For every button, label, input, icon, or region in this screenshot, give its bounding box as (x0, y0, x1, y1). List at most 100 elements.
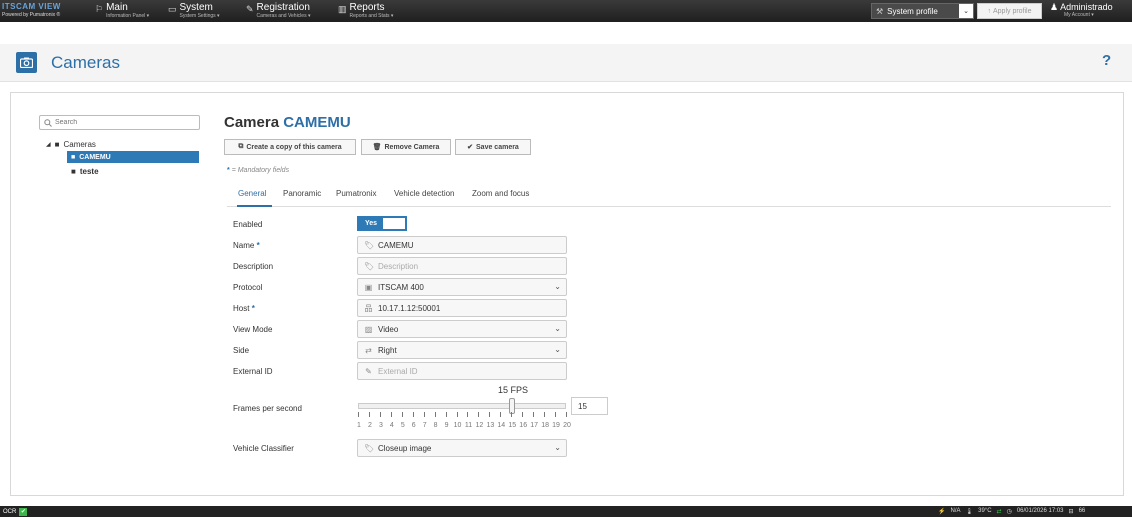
collapse-triangle-icon[interactable]: ◢ (46, 141, 51, 148)
apply-profile-label: Apply profile (992, 7, 1032, 15)
tab-zoom-and-focus[interactable]: Zoom and focus (472, 189, 529, 198)
view-mode-label: View Mode (233, 325, 273, 334)
host-label-text: Host (233, 304, 250, 313)
side-select[interactable]: ⇄ Right ⌄ (357, 341, 567, 359)
device-icon: ▣ (364, 282, 373, 292)
copy-icon: ⧉ (238, 143, 244, 150)
monitor-icon: ▭ (168, 4, 177, 14)
vehicle-classifier-label: Vehicle Classifier (233, 444, 294, 453)
edit-square-icon: ✎ (365, 366, 372, 376)
slider-tick-label: 20 (563, 422, 571, 429)
logo-text: ITSCAM (2, 2, 36, 11)
side-value: Right (378, 345, 397, 355)
nav-system-title: System (179, 2, 213, 13)
ocr-status[interactable]: OCR ✔ (3, 508, 28, 516)
app-logo[interactable]: ITSCAM VIEW Powered by Pumatronix ® (2, 2, 80, 20)
protocol-value: ITSCAM 400 (378, 282, 424, 292)
save-camera-button[interactable]: ✔ Save camera (455, 139, 531, 155)
top-navigation-bar: ITSCAM VIEW Powered by Pumatronix ® ⚐ Ma… (0, 0, 1132, 22)
exchange-arrows-icon: ⇄ (365, 345, 372, 355)
slider-tick-label: 6 (411, 422, 416, 429)
active-tab-indicator (237, 205, 272, 207)
slider-tick (434, 412, 436, 417)
required-star: * (227, 167, 230, 174)
host-label: Host * (233, 304, 255, 313)
ocr-label: OCR (3, 509, 17, 515)
disk-usage: 66 (1078, 508, 1086, 514)
enabled-toggle-value: Yes (365, 220, 378, 227)
remove-camera-button[interactable]: 🗑 Remove Camera (361, 139, 451, 155)
slider-tick-label: 11 (464, 422, 473, 429)
host-field[interactable]: 品 10.17.1.12:50001 (357, 299, 567, 317)
tab-general[interactable]: General (238, 189, 266, 198)
fps-input[interactable]: 15 (571, 397, 608, 415)
slider-tick (368, 412, 370, 417)
tab-panoramic[interactable]: Panoramic (283, 189, 321, 198)
account-menu[interactable]: ♟ Administrado My Account ▾ (1050, 2, 1113, 18)
nav-system[interactable]: ▭ System System Settings ▾ (168, 3, 220, 21)
apply-profile-button[interactable]: ↑ Apply profile (977, 3, 1042, 19)
slider-tick (489, 412, 491, 417)
tree-root-cameras[interactable]: ◢ ■ Cameras (46, 140, 96, 149)
logo-subtext: VIEW (38, 2, 61, 11)
tree-item-label: teste (79, 167, 99, 176)
name-label-text: Name (233, 241, 255, 250)
description-field[interactable]: 🏷 Description (357, 257, 567, 275)
system-profile-select[interactable]: ⚒ System profile ⌄ (871, 3, 974, 19)
clock-icon: ◷ (1006, 509, 1012, 515)
sync-icon: ⇄ (996, 509, 1002, 515)
slider-tick (390, 412, 392, 417)
host-value: 10.17.1.12:50001 (378, 303, 441, 313)
name-label: Name * (233, 241, 260, 250)
camera-heading: Camera CAMEMU (224, 114, 351, 131)
slider-tick (566, 412, 567, 417)
help-icon[interactable]: ? (1102, 52, 1111, 69)
status-bar: OCR ✔ ⚡ N/A 🌡 39°C ⇄ ◷ 06/01/2026 17:03 … (0, 506, 1132, 517)
slider-tick (467, 412, 469, 417)
fps-slider-track[interactable] (358, 403, 566, 409)
camera-heading-prefix: Camera (224, 114, 280, 131)
nav-system-subtitle: System Settings ▾ (179, 13, 220, 19)
protocol-select[interactable]: ▣ ITSCAM 400 ⌄ (357, 278, 567, 296)
slider-tick (401, 412, 403, 417)
nav-main[interactable]: ⚐ Main Information Panel ▾ (95, 3, 149, 21)
nav-reports[interactable]: ▥ Reports Reports and Stats ▾ (338, 3, 393, 21)
arrow-up-icon: ↑ (987, 7, 991, 15)
external-id-field[interactable]: ✎ External ID (357, 362, 567, 380)
copy-camera-button[interactable]: ⧉ Create a copy of this camera (224, 139, 356, 155)
slider-tick-label: 9 (444, 422, 449, 429)
video-camera-icon: ■ (54, 140, 60, 149)
chevron-down-icon: ⌄ (554, 443, 561, 452)
name-field[interactable]: 🏷 CAMEMU (357, 236, 567, 254)
slider-tick-label: 7 (422, 422, 427, 429)
slider-tick (555, 412, 557, 417)
tab-pumatronix[interactable]: Pumatronix (336, 189, 376, 198)
view-mode-select[interactable]: ▨ Video ⌄ (357, 320, 567, 338)
tree-item-teste[interactable]: ■ teste (71, 167, 99, 176)
search-icon (44, 118, 52, 127)
tree-item-label: CAMEMU (79, 153, 111, 161)
chevron-down-icon: ⌄ (554, 324, 561, 333)
nav-registration[interactable]: ✎ Registration Cameras and Vehicles ▾ (246, 3, 310, 21)
fps-slider-ticks (358, 412, 568, 418)
description-label: Description (233, 262, 274, 271)
fps-display: 15 FPS (498, 385, 529, 395)
camera-heading-name: CAMEMU (283, 114, 351, 131)
video-camera-icon: ■ (71, 153, 76, 161)
enabled-toggle[interactable]: Yes (357, 216, 407, 231)
search-input[interactable] (55, 119, 195, 126)
search-box[interactable] (39, 115, 200, 130)
edit-icon: ✎ (246, 4, 254, 14)
slider-tick-label: 4 (389, 422, 394, 429)
toggle-knob (383, 218, 405, 229)
tab-vehicle-detection[interactable]: Vehicle detection (394, 189, 455, 198)
datetime: 06/01/2026 17:03 (1016, 508, 1064, 514)
tree-item-camemu[interactable]: ■ CAMEMU (67, 151, 199, 163)
side-label: Side (233, 346, 250, 355)
enabled-label: Enabled (233, 220, 263, 229)
slider-tick (511, 412, 513, 417)
vehicle-classifier-select[interactable]: 🏷 Closeup image ⌄ (357, 439, 567, 457)
network-status: N/A (950, 508, 961, 514)
system-status: ⚡ N/A 🌡 39°C ⇄ ◷ 06/01/2026 17:03 ⊟ 66 (938, 508, 1085, 515)
nav-main-title: Main (106, 2, 128, 13)
